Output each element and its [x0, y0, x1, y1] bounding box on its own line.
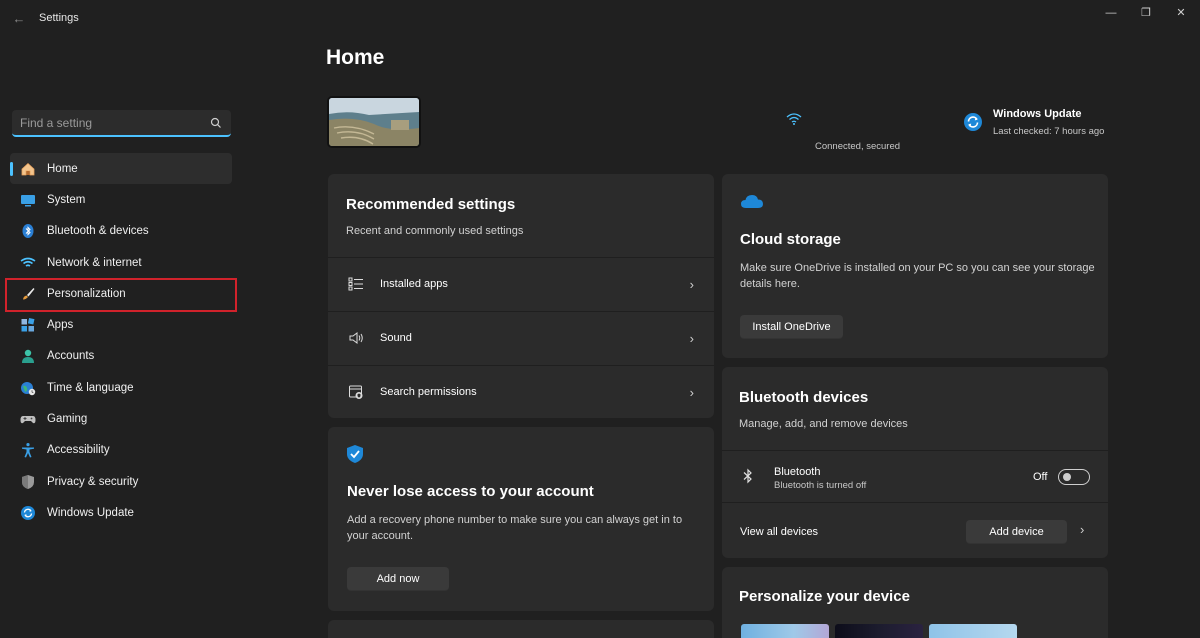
personalize-card-title: Personalize your device [739, 588, 910, 605]
sidebar-item-bluetooth-devices[interactable]: Bluetooth & devices [10, 216, 232, 247]
row-label: Search permissions [380, 386, 477, 398]
app-title: Settings [39, 12, 79, 24]
sidebar-item-time-language[interactable]: Time & language [10, 372, 232, 403]
sidebar-item-label: Bluetooth & devices [47, 225, 149, 238]
bluetooth-status: Bluetooth is turned off [774, 480, 867, 491]
search-box[interactable] [12, 110, 231, 137]
sidebar-item-label: Privacy & security [47, 475, 139, 488]
wifi-icon [20, 255, 36, 271]
toggle-knob [1063, 473, 1071, 481]
sidebar-nav: Home System Bluetooth & devices Network … [10, 153, 232, 529]
minimize-button[interactable]: — [1096, 4, 1126, 22]
search-icon [210, 117, 221, 128]
network-status-text[interactable]: Connected, secured [815, 141, 900, 152]
cloud-storage-card: Cloud storage Make sure OneDrive is inst… [722, 174, 1108, 358]
sidebar-item-privacy-security[interactable]: Privacy & security [10, 466, 232, 497]
recommended-row-sound[interactable]: Sound › [328, 311, 714, 364]
sidebar-item-label: Accounts [47, 350, 95, 363]
wifi-status-icon [786, 113, 802, 125]
sidebar-item-label: System [47, 193, 86, 206]
recommended-settings-subtitle: Recent and commonly used settings [346, 225, 524, 237]
search-input[interactable] [20, 115, 200, 131]
desktop-background-thumbnail[interactable] [327, 96, 421, 148]
recommended-settings-title: Recommended settings [346, 196, 516, 213]
sidebar-item-system[interactable]: System [10, 184, 232, 215]
recommended-row-search-permissions[interactable]: Search permissions › [328, 365, 714, 418]
bluetooth-card-title: Bluetooth devices [739, 389, 869, 406]
chevron-right-icon: › [689, 331, 694, 346]
cloud-icon [741, 195, 763, 208]
view-all-devices-link[interactable]: View all devices [740, 526, 818, 538]
add-now-button[interactable]: Add now [347, 567, 449, 591]
account-card-description: Add a recovery phone number to make sure… [347, 514, 683, 542]
theme-thumbnail-1[interactable] [741, 624, 829, 638]
additional-card [328, 620, 714, 638]
row-label: Sound [380, 332, 412, 344]
system-icon [20, 192, 36, 208]
sidebar-item-accessibility[interactable]: Accessibility [10, 435, 232, 466]
recommended-row-installed-apps[interactable]: Installed apps › [328, 257, 714, 310]
bluetooth-icon [743, 468, 752, 484]
close-button[interactable]: ✕ [1166, 4, 1196, 22]
sidebar-item-label: Time & language [47, 381, 134, 394]
chevron-right-icon: › [689, 277, 694, 292]
apps-icon [20, 317, 36, 333]
search-permissions-icon [349, 385, 363, 399]
landscape-image-icon [329, 98, 419, 146]
sidebar-item-gaming[interactable]: Gaming [10, 403, 232, 434]
shield-icon [20, 474, 36, 490]
bluetooth-toggle[interactable] [1058, 469, 1090, 485]
bluetooth-toggle-label: Off [1033, 471, 1048, 483]
accessibility-icon [20, 442, 36, 458]
sidebar-item-apps[interactable]: Apps [10, 309, 232, 340]
update-icon [20, 505, 36, 521]
list-icon [348, 277, 363, 291]
recommended-settings-card: Recommended settings Recent and commonly… [328, 174, 714, 418]
install-onedrive-button[interactable]: Install OneDrive [740, 315, 843, 339]
row-label: Installed apps [380, 278, 448, 290]
bluetooth-toggle-row: Bluetooth Bluetooth is turned off [722, 450, 1108, 502]
bluetooth-devices-card: Bluetooth devices Manage, add, and remov… [722, 367, 1108, 558]
sidebar-item-label: Apps [47, 319, 74, 332]
home-icon [20, 161, 36, 177]
sidebar-item-accounts[interactable]: Accounts [10, 341, 232, 372]
windows-update-icon [964, 113, 982, 131]
chevron-right-icon: › [689, 385, 694, 400]
account-security-card: Never lose access to your account Add a … [328, 427, 714, 611]
cloud-storage-title: Cloud storage [740, 231, 841, 248]
add-device-button[interactable]: Add device [966, 520, 1067, 544]
back-button[interactable]: ← [10, 10, 28, 28]
windows-update-title[interactable]: Windows Update [993, 108, 1082, 120]
sidebar-item-windows-update[interactable]: Windows Update [10, 497, 232, 528]
account-card-title: Never lose access to your account [347, 483, 594, 500]
sidebar-item-label: Network & internet [47, 256, 142, 269]
sidebar-item-label: Windows Update [47, 506, 134, 519]
sidebar-item-label: Accessibility [47, 444, 110, 457]
speaker-icon [349, 332, 363, 344]
sidebar-item-label: Gaming [47, 413, 88, 426]
title-bar: ← Settings — ❐ ✕ [0, 0, 1200, 38]
chevron-right-icon[interactable]: › [1080, 522, 1084, 537]
bluetooth-label: Bluetooth [774, 466, 821, 478]
accounts-icon [20, 348, 36, 364]
cloud-storage-description: Make sure OneDrive is installed on your … [740, 262, 1095, 290]
page-title: Home [326, 46, 385, 69]
bluetooth-footer-row: View all devices Add device › [722, 502, 1108, 558]
windows-update-last-checked: Last checked: 7 hours ago [993, 126, 1105, 137]
personalization-highlight-box [5, 278, 237, 312]
globe-icon [20, 380, 36, 396]
bluetooth-card-subtitle: Manage, add, and remove devices [739, 418, 908, 430]
sidebar-item-network[interactable]: Network & internet [10, 247, 232, 278]
sidebar-item-label: Home [47, 162, 78, 175]
shield-check-icon [347, 445, 363, 463]
theme-thumbnail-2[interactable] [835, 624, 923, 638]
bluetooth-icon [20, 223, 36, 239]
sidebar-item-home[interactable]: Home [10, 153, 232, 185]
theme-thumbnail-3[interactable] [929, 624, 1017, 638]
gamepad-icon [20, 411, 36, 427]
maximize-button[interactable]: ❐ [1131, 4, 1161, 22]
